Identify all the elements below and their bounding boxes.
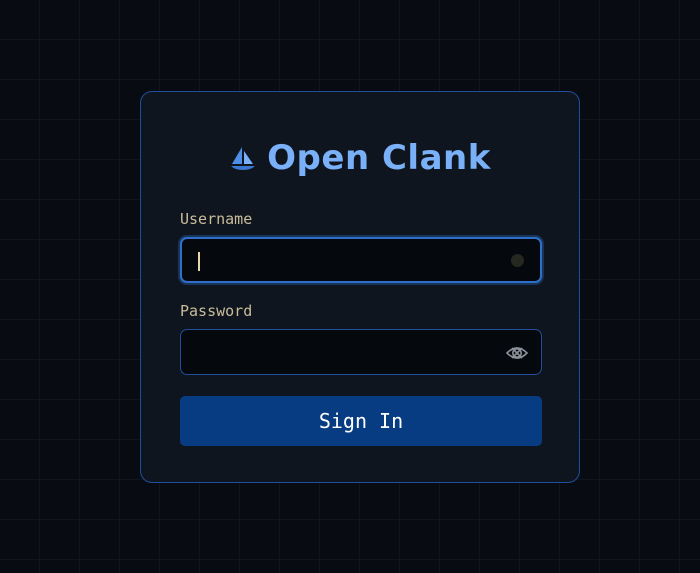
autofill-indicator-icon[interactable]	[511, 254, 524, 267]
app-title: Open Clank	[267, 138, 491, 178]
text-cursor	[198, 251, 208, 271]
sign-in-button[interactable]: Sign In	[180, 396, 542, 446]
login-card: Open Clank Username Password Sign In	[140, 91, 580, 483]
brand-header: Open Clank	[141, 136, 579, 180]
eye-slash-icon[interactable]	[505, 341, 529, 365]
password-input[interactable]	[181, 330, 541, 374]
username-label: Username	[180, 210, 253, 228]
sailboat-icon	[231, 147, 256, 170]
username-field[interactable]	[180, 237, 542, 283]
password-label: Password	[180, 302, 253, 320]
password-field[interactable]	[180, 329, 542, 375]
username-input[interactable]	[182, 239, 540, 281]
